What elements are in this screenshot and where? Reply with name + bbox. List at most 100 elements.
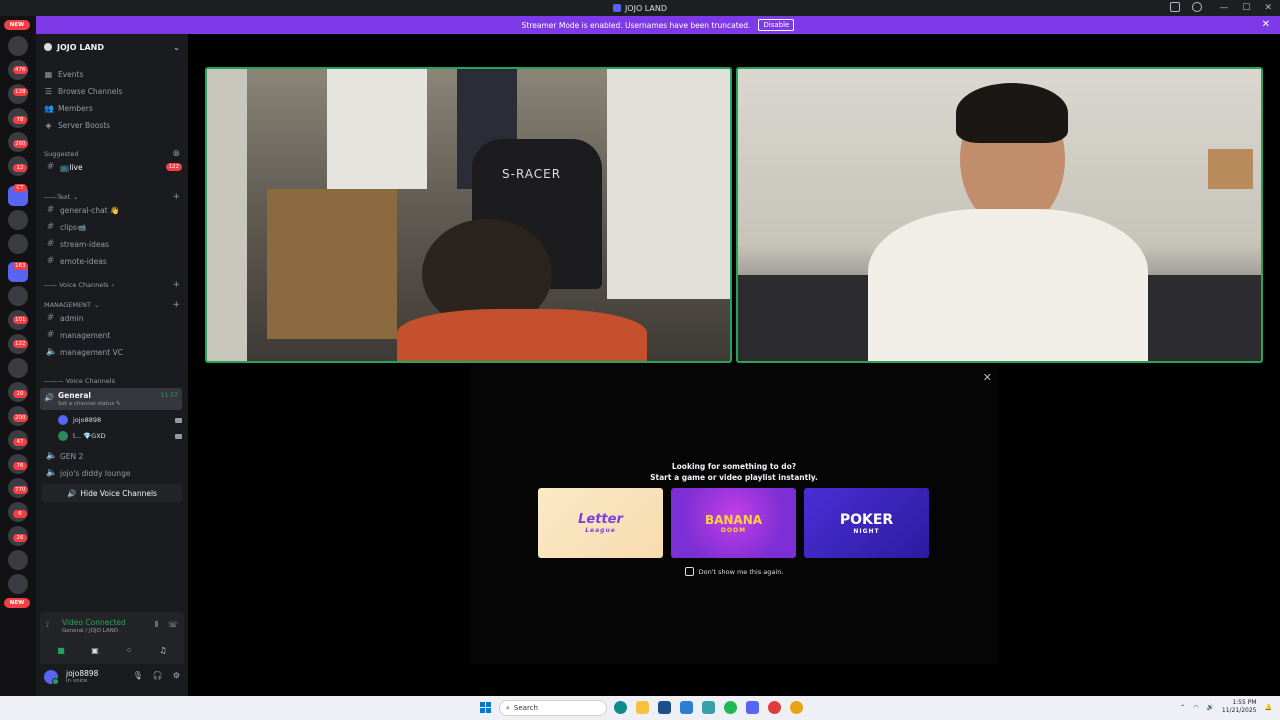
dont-show-checkbox[interactable] — [684, 567, 694, 576]
mention-badge: 76 — [13, 462, 27, 470]
list-icon: ☰ — [44, 86, 53, 96]
noise-suppression-icon[interactable]: ⫴ — [155, 620, 158, 630]
app-icon[interactable] — [768, 701, 781, 714]
title-bar: JOJO LAND — ☐ ✕ — [0, 0, 1280, 16]
server-icon[interactable] — [8, 286, 28, 306]
voice-channel-gen-2[interactable]: 🔈 GEN 2 — [44, 448, 182, 464]
activity-card-banana-doom[interactable]: BANANA DOOM — [671, 488, 796, 558]
activity-headline: Looking for something to do? Start a gam… — [470, 461, 998, 483]
activity-card-letter-league[interactable]: Letter League — [538, 488, 663, 558]
wifi-icon[interactable]: ◠ — [1193, 704, 1198, 711]
minimize-button[interactable]: — — [1219, 3, 1228, 13]
channel-name: admin — [60, 313, 84, 323]
server-icon[interactable] — [8, 234, 28, 254]
activities-button[interactable]: ⁘ — [116, 642, 142, 658]
microphone-icon[interactable]: 🎙 — [133, 671, 143, 680]
server-icon[interactable] — [8, 358, 28, 378]
user-avatar[interactable] — [44, 670, 59, 685]
voice-channel-diddy-lounge[interactable]: 🔈 jojo's diddy lounge — [44, 465, 182, 481]
close-window-button[interactable]: ✕ — [1264, 3, 1272, 13]
store-icon[interactable] — [658, 701, 671, 714]
guild-header[interactable]: JOJO LAND ⌄ — [36, 34, 188, 60]
section-text[interactable]: ——Text ⌄ + — [44, 192, 180, 202]
channel-management[interactable]: # management — [44, 327, 182, 343]
section-voice-channels-2[interactable]: ——— Voice Channels — [44, 377, 180, 385]
card-title: POKER — [839, 511, 894, 528]
headphones-icon[interactable]: 🎧 — [153, 671, 163, 680]
chevron-up-icon[interactable]: ⌃ — [1180, 704, 1185, 711]
gear-icon[interactable]: ⚙ — [173, 671, 180, 680]
voice-status-subtitle[interactable]: General / JOJO LAND — [62, 628, 118, 634]
signal-icon[interactable]: ⟟ — [46, 620, 49, 630]
voice-status-title: Video Connected — [62, 618, 126, 627]
section-voice-channels[interactable]: —— Voice Channels › + — [44, 280, 180, 290]
nav-browse-channels[interactable]: ☰ Browse Channels — [44, 83, 123, 99]
server-icon[interactable] — [8, 210, 28, 230]
close-icon[interactable]: ✕ — [983, 371, 992, 384]
mail-icon[interactable] — [680, 701, 693, 714]
server-icon[interactable] — [8, 550, 28, 570]
server-icon[interactable] — [8, 36, 28, 56]
notification-icon[interactable]: 🔔 — [1265, 704, 1272, 711]
camera-toggle-button[interactable]: ■ — [48, 642, 74, 658]
nav-server-boosts[interactable]: ◈ Server Boosts — [44, 117, 110, 133]
person-shirt — [868, 209, 1148, 361]
disable-streamer-mode-button[interactable]: Disable — [758, 19, 795, 31]
voice-channel-management-vc[interactable]: 🔈 management VC — [44, 344, 182, 360]
spotify-icon[interactable] — [724, 701, 737, 714]
channel-status[interactable]: Set a channel status ✎ — [58, 401, 121, 407]
channel-admin[interactable]: # admin — [44, 310, 182, 326]
discord-icon[interactable] — [746, 701, 759, 714]
help-icon[interactable] — [1192, 2, 1202, 12]
dont-show-again[interactable]: Don't show me this again. — [470, 567, 998, 576]
channel-name: management — [60, 330, 111, 340]
close-icon[interactable]: ✕ — [1262, 19, 1270, 30]
voice-channel-general[interactable]: 🔊 General Set a channel status ✎ 11:57 — [40, 388, 182, 410]
dismiss-icon[interactable]: ⊗ — [172, 149, 180, 159]
chrome-icon[interactable] — [790, 701, 803, 714]
nav-events[interactable]: ▦ Events — [44, 66, 84, 82]
edge-icon[interactable] — [614, 701, 627, 714]
voice-user[interactable]: l... 💎GXD — [58, 429, 182, 443]
hide-voice-channels-button[interactable]: 🔊 Hide Voice Channels — [42, 484, 182, 502]
channel-live[interactable]: # 📺live 122 — [44, 159, 182, 175]
guild-name: JOJO LAND — [57, 42, 104, 52]
section-management[interactable]: MANAGEMENT ⌄ + — [44, 300, 180, 310]
disconnect-icon[interactable]: ☏ — [168, 620, 178, 630]
taskbar-search[interactable]: ⌕ Search — [499, 700, 607, 716]
channel-clips[interactable]: # clips📹 — [44, 219, 182, 235]
channel-emote-ideas[interactable]: # emote-ideas — [44, 253, 182, 269]
soundboard-button[interactable]: ♫ — [150, 642, 176, 658]
activity-card-poker-night[interactable]: POKER NIGHT — [804, 488, 929, 558]
card-subtitle: NIGHT — [853, 527, 880, 535]
voice-user[interactable]: jojo8898 — [58, 413, 182, 427]
app-icon[interactable] — [702, 701, 715, 714]
add-channel-icon[interactable]: + — [172, 192, 180, 202]
voice-connection-panel: ⟟ Video Connected General / JOJO LAND ⫴ … — [40, 612, 184, 664]
file-explorer-icon[interactable] — [636, 701, 649, 714]
inbox-icon[interactable] — [1170, 2, 1180, 12]
video-tile-left[interactable]: S-RACER — [205, 67, 732, 363]
mention-badge: CT — [13, 184, 27, 192]
clock[interactable]: 1:55 PM 11/21/2025 — [1222, 699, 1257, 715]
video-tile-right[interactable] — [736, 67, 1263, 363]
door-shape — [607, 69, 730, 299]
screen-share-button[interactable]: ▣ — [82, 642, 108, 658]
calendar-icon: ▦ — [44, 69, 53, 79]
speaker-icon: 🔈 — [46, 468, 58, 478]
maximize-button[interactable]: ☐ — [1242, 3, 1250, 13]
add-channel-icon[interactable]: + — [172, 280, 180, 290]
nav-label: Events — [58, 69, 84, 79]
volume-icon[interactable]: 🔊 — [1206, 704, 1213, 711]
add-channel-icon[interactable]: + — [172, 300, 180, 310]
windows-start-icon[interactable] — [480, 702, 491, 713]
streamer-mode-banner: Streamer Mode is enabled. Usernames have… — [36, 16, 1280, 34]
chevron-down-icon: ⌄ — [173, 42, 180, 52]
channel-stream-ideas[interactable]: # stream-ideas — [44, 236, 182, 252]
channel-general-chat[interactable]: # general-chat 👋 — [44, 202, 182, 218]
username[interactable]: jojo8898 — [66, 669, 98, 678]
hash-icon: # — [46, 313, 55, 323]
nav-members[interactable]: 👥 Members — [44, 100, 93, 116]
channel-name: 📺live — [60, 162, 83, 172]
server-icon[interactable] — [8, 574, 28, 594]
